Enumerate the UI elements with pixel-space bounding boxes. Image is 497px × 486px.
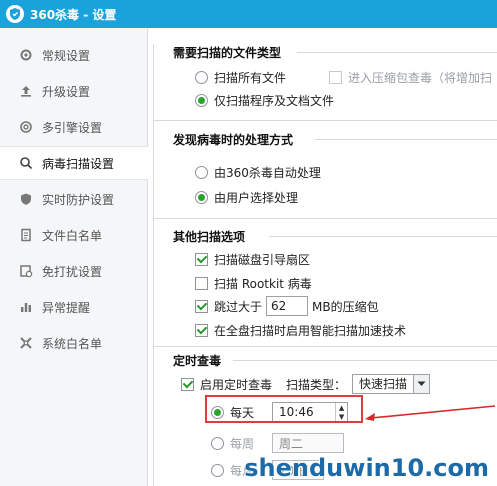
sidebar-item-label: 实时防护设置 [42,192,115,207]
engine-icon [18,119,34,135]
divider [153,44,154,486]
watermark: shenduwin10.com [150,438,497,486]
upload-icon [18,83,34,99]
watermark-brand: shenduwin10.com [244,454,489,482]
radio-auto-handle[interactable]: 由360杀毒自动处理 [195,164,321,181]
sidebar-item-file-whitelist[interactable]: 文件白名单 [0,218,148,252]
checkbox-enable-scheduled[interactable]: 启用定时查毒 扫描类型： 快速扫描 [181,374,431,394]
sidebar-item-label: 异常提醒 [42,300,91,315]
scheduled-scan-title: 定时查毒 [173,354,222,368]
radio-label: 扫描所有文件 [214,71,287,85]
sidebar-item-update[interactable]: 升级设置 [0,74,148,108]
do-not-disturb-icon [18,263,34,279]
window-title: 360杀毒 - 设置 [30,7,117,22]
divider [297,52,497,53]
title-bar: 360杀毒 - 设置 [0,0,497,28]
checkbox[interactable] [195,277,208,290]
sidebar-item-general[interactable]: 常规设置 [0,38,148,72]
sidebar-item-label: 文件白名单 [42,228,103,243]
scan-type-value: 快速扫描 [359,377,408,391]
checkbox-smart-acceleration[interactable]: 在全盘扫描时启用智能扫描加速技术 [195,322,406,339]
checkbox[interactable] [181,377,194,391]
sidebar-item-do-not-disturb[interactable]: 免打扰设置 [0,254,148,288]
app-logo-icon [6,5,24,23]
red-highlight-box [205,395,363,423]
virus-action-title: 发现病毒时的处理方式 [173,133,294,147]
checkbox-label: 启用定时查毒 [200,377,273,392]
shield-icon [18,191,34,207]
checkbox-label: 扫描磁盘引导扇区 [214,253,311,267]
checkbox[interactable] [195,253,208,266]
search-icon [18,155,34,171]
radio-scan-programs-documents[interactable]: 仅扫描程序及文档文件 [195,92,334,109]
sidebar-item-label: 病毒扫描设置 [42,156,115,171]
sidebar-item-label: 升级设置 [42,84,91,99]
archive-size-input[interactable] [266,296,309,316]
checkbox-scan-archives[interactable]: 进入压缩包查毒（将增加扫 [329,69,492,86]
other-options-title: 其他扫描选项 [173,230,246,244]
sidebar-item-realtime-protection[interactable]: 实时防护设置 [0,182,148,216]
document-icon [18,227,34,243]
scan-type-label: 扫描类型： [286,377,347,392]
divider [269,236,497,237]
checkbox[interactable] [195,324,208,337]
checkbox-label: 扫描 Rootkit 病毒 [214,277,312,291]
radio-button[interactable] [195,166,208,179]
red-arrow-icon [365,405,496,421]
checkbox-rootkit[interactable]: 扫描 Rootkit 病毒 [195,275,312,292]
chevron-down-icon[interactable] [413,375,430,393]
sidebar-item-label: 免打扰设置 [42,264,103,279]
sidebar-item-system-whitelist[interactable]: 系统白名单 [0,326,148,360]
checkbox-label: 在全盘扫描时启用智能扫描加速技术 [214,324,407,338]
checkbox[interactable] [195,299,208,313]
radio-user-choose[interactable]: 由用户选择处理 [195,189,298,206]
sidebar-item-multi-engine[interactable]: 多引擎设置 [0,110,148,144]
checkbox-label: 进入压缩包查毒（将增加扫 [348,71,493,85]
radio-button[interactable] [195,71,208,84]
divider [153,218,497,219]
virus-scan-settings-panel: 需要扫描的文件类型 扫描所有文件 进入压缩包查毒（将增加扫 仅扫描程序及文档文件… [149,28,497,486]
radio-label: 仅扫描程序及文档文件 [214,94,335,108]
sidebar-item-abnormal-alert[interactable]: 异常提醒 [0,290,148,324]
tools-icon [18,335,34,351]
sidebar-item-virus-scan[interactable]: 病毒扫描设置 [0,146,149,180]
settings-sidebar: 常规设置 升级设置 多引擎设置 病毒扫描设置 实时防护设置 文件白名单 免打扰设… [0,28,149,486]
radio-button[interactable] [195,94,208,107]
gear-icon [18,47,34,63]
divider [153,346,497,347]
checkbox-boot-sector[interactable]: 扫描磁盘引导扇区 [195,251,310,268]
scan-type-select[interactable]: 快速扫描 [352,374,431,394]
sidebar-item-label: 常规设置 [42,48,91,63]
divider [153,120,497,121]
checkbox-skip-large-archives[interactable]: 跳过大于 MB的压缩包 [195,296,379,316]
sidebar-item-label: 系统白名单 [42,336,103,351]
sidebar-item-label: 多引擎设置 [42,120,103,135]
radio-button[interactable] [195,191,208,204]
radio-label: 由用户选择处理 [214,191,299,205]
checkbox[interactable] [329,71,342,84]
radio-scan-all-files[interactable]: 扫描所有文件 [195,69,286,86]
radio-label: 由360杀毒自动处理 [214,166,321,180]
checkbox-label: 跳过大于 [214,299,263,314]
scan-file-types-title: 需要扫描的文件类型 [173,46,282,60]
divider [233,360,497,361]
divider [315,139,497,140]
unit-label: MB的压缩包 [312,299,379,314]
bar-chart-icon [18,299,34,315]
